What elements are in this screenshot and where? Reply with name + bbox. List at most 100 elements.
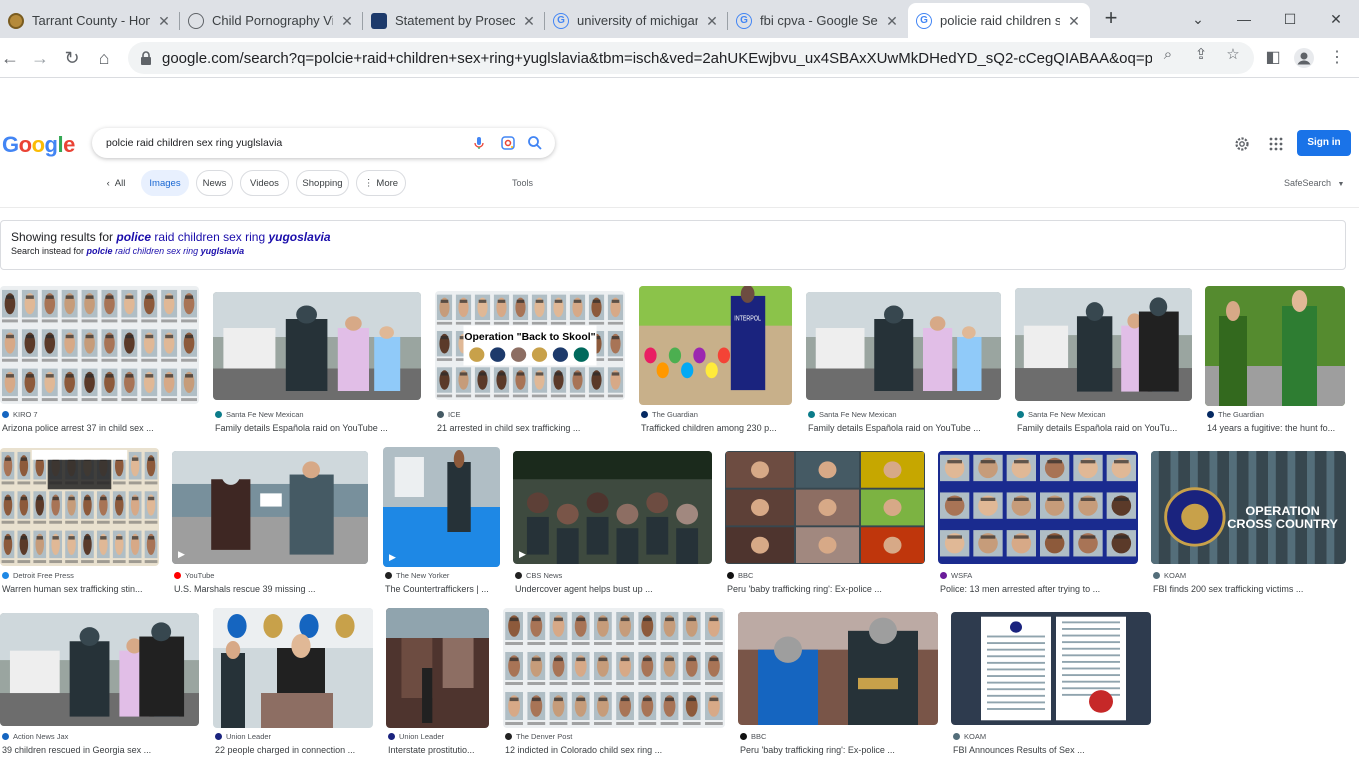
original-query-link[interactable]: polcie raid children sex ring yuglslavia bbox=[87, 246, 245, 256]
chip-videos[interactable]: Videos bbox=[240, 170, 289, 196]
result-title[interactable]: 12 indicted in Colorado child sex ring .… bbox=[505, 745, 727, 755]
result-source[interactable]: Union Leader bbox=[388, 732, 444, 741]
result-title[interactable]: Arizona police arrest 37 in child sex ..… bbox=[2, 423, 201, 433]
result-thumbnail[interactable]: Operation "Back to Skool" bbox=[435, 291, 625, 400]
browser-tab[interactable]: Tarrant County - Home ✕ bbox=[0, 3, 180, 38]
back-arrow-icon[interactable]: ← bbox=[0, 44, 24, 72]
close-tab-icon[interactable]: ✕ bbox=[521, 13, 537, 29]
result-title[interactable]: Undercover agent helps bust up ... bbox=[515, 584, 714, 594]
voice-search-mic-icon[interactable] bbox=[471, 135, 487, 151]
result-title[interactable]: Family details Española raid on YouTube … bbox=[808, 423, 1003, 433]
image-result[interactable]: BBC Peru 'baby trafficking ring': Ex-poli… bbox=[738, 612, 938, 765]
result-source[interactable]: CBS News bbox=[515, 571, 562, 580]
minimize-icon[interactable]: — bbox=[1221, 0, 1267, 38]
result-thumbnail[interactable] bbox=[213, 292, 421, 400]
sign-in-button[interactable]: Sign in bbox=[1297, 130, 1351, 156]
lens-camera-icon[interactable] bbox=[500, 135, 516, 151]
close-tab-icon[interactable]: ✕ bbox=[1066, 13, 1082, 29]
new-tab-button[interactable]: + bbox=[1100, 7, 1122, 30]
menu-kebab-icon[interactable]: ⋮ bbox=[1327, 48, 1347, 68]
result-thumbnail[interactable]: ▶ bbox=[513, 451, 712, 564]
image-result[interactable]: Operation "Back to Skool" ICE 21 arrested … bbox=[435, 291, 625, 440]
image-result[interactable]: The Denver Post 12 indicted in Colorado c… bbox=[503, 608, 725, 768]
close-tab-icon[interactable]: ✕ bbox=[156, 13, 172, 29]
image-result[interactable]: Action News Jax 39 children rescued in Ge… bbox=[0, 613, 199, 766]
chip-more[interactable]: ⋮ More bbox=[356, 170, 406, 196]
address-bar[interactable]: google.com/search?q=polcie+raid+children… bbox=[128, 42, 1254, 74]
reload-icon[interactable]: ↻ bbox=[58, 44, 86, 72]
chip-images[interactable]: Images bbox=[141, 170, 189, 196]
profile-avatar-icon[interactable] bbox=[1294, 48, 1314, 68]
image-result[interactable]: INTERPOL The Guardian Trafficked children … bbox=[639, 286, 792, 445]
image-result[interactable]: KOAM FBI Announces Results of Sex ... bbox=[951, 612, 1151, 765]
google-logo[interactable]: Google bbox=[2, 132, 75, 158]
result-thumbnail[interactable] bbox=[213, 608, 373, 728]
close-tab-icon[interactable]: ✕ bbox=[339, 13, 355, 29]
result-title[interactable]: 14 years a fugitive: the hunt fo... bbox=[1207, 423, 1347, 433]
result-thumbnail[interactable] bbox=[951, 612, 1151, 725]
chip-news[interactable]: News bbox=[196, 170, 233, 196]
side-panel-icon[interactable]: ◧ bbox=[1263, 48, 1283, 68]
browser-tab[interactable]: Statement by Prosecut ✕ bbox=[363, 3, 545, 38]
image-result[interactable]: ▶ The New Yorker The Countertraffickers | … bbox=[383, 447, 500, 607]
browser-tab[interactable]: G university of michigan ✕ bbox=[545, 3, 728, 38]
chip-all[interactable]: ‹ All bbox=[100, 170, 132, 196]
close-tab-icon[interactable]: ✕ bbox=[704, 13, 720, 29]
forward-arrow-icon[interactable]: → bbox=[26, 44, 54, 72]
result-title[interactable]: Warren human sex trafficking stin... bbox=[2, 584, 161, 594]
result-thumbnail[interactable] bbox=[806, 292, 1001, 400]
search-magnifier-icon[interactable] bbox=[527, 135, 543, 151]
result-title[interactable]: FBI Announces Results of Sex ... bbox=[953, 745, 1153, 755]
result-thumbnail[interactable] bbox=[386, 608, 489, 728]
result-source[interactable]: BBC bbox=[727, 571, 753, 580]
result-source[interactable]: The Guardian bbox=[641, 410, 698, 419]
result-title[interactable]: 22 people charged in connection ... bbox=[215, 745, 375, 755]
result-thumbnail[interactable] bbox=[738, 612, 938, 725]
result-source[interactable]: Santa Fe New Mexican bbox=[808, 410, 897, 419]
browser-tab[interactable]: Child Pornography Vic ✕ bbox=[180, 3, 363, 38]
browser-tab[interactable]: G fbi cpva - Google Sear ✕ bbox=[728, 3, 908, 38]
result-source[interactable]: Union Leader bbox=[215, 732, 271, 741]
result-thumbnail[interactable] bbox=[0, 448, 159, 566]
share-icon[interactable]: ⇪ bbox=[1192, 46, 1210, 64]
result-thumbnail[interactable] bbox=[503, 608, 725, 728]
result-source[interactable]: Santa Fe New Mexican bbox=[215, 410, 304, 419]
search-query-text[interactable]: polcie raid children sex ring yuglslavia bbox=[106, 137, 282, 149]
result-title[interactable]: The Countertraffickers | ... bbox=[385, 584, 502, 594]
result-thumbnail[interactable]: ▶ bbox=[383, 447, 500, 567]
image-result[interactable]: ▶ CBS News Undercover agent helps bust up … bbox=[513, 451, 712, 604]
result-title[interactable]: Family details Española raid on YouTu... bbox=[1017, 423, 1194, 433]
result-source[interactable]: The New Yorker bbox=[385, 571, 449, 580]
result-thumbnail[interactable] bbox=[0, 613, 199, 726]
result-thumbnail[interactable]: INTERPOL bbox=[639, 286, 792, 405]
image-result[interactable]: BBC Peru 'baby trafficking ring': Ex-poli… bbox=[725, 451, 925, 604]
safesearch-menu[interactable]: SafeSearch ▼ bbox=[1284, 178, 1344, 188]
corrected-query-link[interactable]: police raid children sex ring yugoslavia bbox=[116, 230, 330, 244]
result-thumbnail[interactable] bbox=[1205, 286, 1345, 406]
result-source[interactable]: The Denver Post bbox=[505, 732, 572, 741]
result-title[interactable]: Interstate prostitutio... bbox=[388, 745, 491, 755]
image-result[interactable]: WSFA Police: 13 men arrested after trying… bbox=[938, 451, 1138, 604]
image-result[interactable]: The Guardian 14 years a fugitive: the hun… bbox=[1205, 286, 1345, 446]
url-text[interactable]: google.com/search?q=polcie+raid+children… bbox=[162, 50, 1152, 67]
result-thumbnail[interactable]: ▶ bbox=[172, 451, 368, 564]
browser-tab-active[interactable]: G policie raid children se ✕ bbox=[908, 3, 1090, 38]
result-source[interactable]: WSFA bbox=[940, 571, 972, 580]
result-source[interactable]: YouTube bbox=[174, 571, 214, 580]
home-icon[interactable]: ⌂ bbox=[90, 44, 118, 72]
image-result[interactable]: OPERATION CROSS COUNTRY KOAM FBI finds 200 … bbox=[1151, 451, 1346, 604]
result-title[interactable]: Trafficked children among 230 p... bbox=[641, 423, 794, 433]
image-result[interactable]: Santa Fe New Mexican Family details Españ… bbox=[1015, 288, 1192, 441]
image-result[interactable]: Santa Fe New Mexican Family details Españ… bbox=[806, 292, 1001, 440]
result-thumbnail[interactable] bbox=[0, 286, 199, 404]
result-source[interactable]: BBC bbox=[740, 732, 766, 741]
result-thumbnail[interactable] bbox=[938, 451, 1138, 564]
bookmark-star-icon[interactable]: ☆ bbox=[1224, 46, 1242, 64]
result-source[interactable]: The Guardian bbox=[1207, 410, 1264, 419]
settings-gear-icon[interactable] bbox=[1234, 136, 1250, 152]
image-result[interactable]: KIRO 7 Arizona police arrest 37 in child … bbox=[0, 286, 199, 444]
result-thumbnail[interactable]: OPERATION CROSS COUNTRY bbox=[1151, 451, 1346, 564]
chip-shopping[interactable]: Shopping bbox=[296, 170, 349, 196]
result-source[interactable]: KOAM bbox=[953, 732, 986, 741]
result-source[interactable]: KIRO 7 bbox=[2, 410, 38, 419]
